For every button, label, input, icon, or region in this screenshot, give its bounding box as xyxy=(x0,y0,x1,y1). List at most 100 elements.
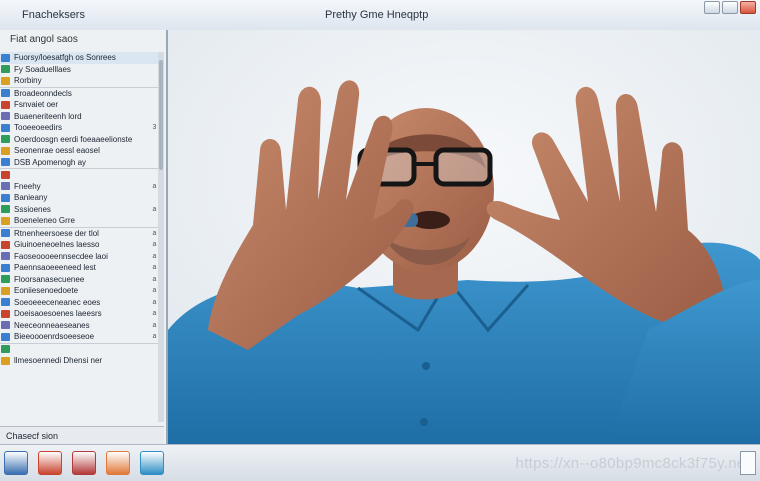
sidebar-item-label: llmesoennedi Dhensi ner xyxy=(14,356,103,366)
minimize-button[interactable] xyxy=(704,1,720,14)
sidebar-item[interactable]: Rorbiny xyxy=(0,75,158,88)
sidebar-item-label: Doeisaoesoenes laeesrs xyxy=(14,309,102,319)
item-icon xyxy=(1,252,10,261)
item-icon xyxy=(1,146,10,155)
sidebar-item[interactable]: Tooeeoeedirs 3 xyxy=(0,122,158,134)
sidebar-item-marker: a xyxy=(152,333,157,341)
sidebar-item-label: Buaeneriteenh lord xyxy=(14,111,82,121)
maximize-button[interactable] xyxy=(722,1,738,14)
window-controls xyxy=(704,1,756,14)
media-icon[interactable] xyxy=(72,451,96,475)
sidebar-item[interactable]: Rtnenheersoese der tlol a xyxy=(0,228,158,240)
sidebar-item-label: Tooeeoeedirs xyxy=(14,123,63,133)
sidebar-item-label: Paennsaoeeeneed lest xyxy=(14,263,96,273)
item-icon xyxy=(1,356,10,365)
item-icon xyxy=(1,112,10,121)
sidebar-item-marker: a xyxy=(152,298,157,306)
title-bar: Fnacheksers Prethy Gme Hneqptp xyxy=(0,0,760,31)
sidebar: Fiat angol saos Fuorsy/loesatfgh os Sonr… xyxy=(0,30,168,444)
sidebar-item[interactable]: Sssioenes a xyxy=(0,204,158,216)
item-icon xyxy=(1,205,10,214)
sidebar-item-label: Fy Soaduelllaes xyxy=(14,64,71,74)
sidebar-item-marker: 3 xyxy=(152,124,157,132)
sidebar-item-marker: a xyxy=(152,310,157,318)
sidebar-header: Fiat angol saos xyxy=(10,34,78,45)
sidebar-item[interactable]: Ooerdoosgn eerdi foeaaeelionste xyxy=(0,134,158,146)
taskbar: https://xn--o80bp9mc8ck3f75y.net xyxy=(0,444,760,481)
photo xyxy=(168,30,760,444)
sidebar-item-label: Eoniiesenoedoete xyxy=(14,286,79,296)
item-icon xyxy=(1,170,10,179)
sidebar-item[interactable]: Fsnvaiet oer xyxy=(0,99,158,111)
sidebar-scrollbar[interactable] xyxy=(158,52,164,422)
sidebar-item-marker: a xyxy=(152,264,157,272)
sidebar-item-label: Soeoeeeceneanec eoes xyxy=(14,297,101,307)
sidebar-item[interactable]: Floorsanasecuenee a xyxy=(0,274,158,286)
window-title: Prethy Gme Hneqptp xyxy=(325,9,429,21)
sidebar-footer[interactable]: Chasecf sion xyxy=(0,426,164,444)
item-icon xyxy=(1,229,10,238)
item-icon xyxy=(1,298,10,307)
sidebar-item[interactable]: Fneehy a xyxy=(0,181,158,193)
item-icon xyxy=(1,182,10,191)
sidebar-item-label: Broadeonndecls xyxy=(14,88,72,98)
watermark-url: https://xn--o80bp9mc8ck3f75y.net xyxy=(515,455,750,472)
sidebar-item[interactable]: Broadeonndecls xyxy=(0,88,158,100)
sidebar-item[interactable]: llmesoennedi Dhensi ner xyxy=(0,355,158,367)
sidebar-item[interactable]: Banieany xyxy=(0,192,158,204)
sidebar-item-label: Fsnvaiet oer xyxy=(14,100,59,110)
item-icon xyxy=(1,263,10,272)
sidebar-item-marker: a xyxy=(152,275,157,283)
sidebar-item[interactable]: Bieeoooenrdsoeeseoe a xyxy=(0,331,158,344)
item-icon xyxy=(1,309,10,318)
sidebar-item-label: Fuorsy/loesatfgh os Sonrees xyxy=(14,53,116,63)
sidebar-item-marker: a xyxy=(152,287,157,295)
sidebar-item[interactable]: Buaeneriteenh lord xyxy=(0,111,158,123)
item-icon xyxy=(1,76,10,85)
sidebar-item-marker: a xyxy=(152,321,157,329)
app-title: Fnacheksers xyxy=(22,9,85,21)
item-icon xyxy=(1,135,10,144)
tray-icon[interactable] xyxy=(740,451,756,475)
sidebar-item[interactable]: DSB Apomenogh ay xyxy=(0,157,158,169)
item-icon xyxy=(1,123,10,132)
sidebar-item-marker: a xyxy=(152,229,157,237)
sidebar-item[interactable]: Boeneleneo Grre xyxy=(0,215,158,228)
download-icon[interactable] xyxy=(106,451,130,475)
sidebar-item[interactable]: Doeisaoesoenes laeesrs a xyxy=(0,308,158,320)
sidebar-item[interactable]: Faoseoooeennsecdee laoi a xyxy=(0,251,158,263)
sidebar-item[interactable] xyxy=(0,169,158,181)
sidebar-item[interactable]: Paennsaoeeeneed lest a xyxy=(0,262,158,274)
browser-icon[interactable] xyxy=(38,451,62,475)
sidebar-item-label: Ooerdoosgn eerdi foeaaeelionste xyxy=(14,134,133,144)
sidebar-item-label: Rorbiny xyxy=(14,76,42,86)
sidebar-item-label: DSB Apomenogh ay xyxy=(14,157,87,167)
sidebar-item[interactable]: Fuorsy/loesatfgh os Sonrees xyxy=(0,52,158,64)
sidebar-item-marker: a xyxy=(152,205,157,213)
sidebar-item[interactable]: Seonenrae oessl eaosel xyxy=(0,145,158,157)
sidebar-item[interactable]: Giuinoeneoelnes laesso a xyxy=(0,239,158,251)
item-icon xyxy=(1,53,10,62)
item-icon xyxy=(1,321,10,330)
item-icon xyxy=(1,275,10,284)
item-icon xyxy=(1,216,10,225)
sidebar-item-label: Giuinoeneoelnes laesso xyxy=(14,240,100,250)
sidebar-item[interactable]: Neeceonneaeseanes a xyxy=(0,320,158,332)
item-icon xyxy=(1,89,10,98)
sidebar-item-label: Neeceonneaeseanes xyxy=(14,320,90,330)
sidebar-item-marker: a xyxy=(152,252,157,260)
sidebar-item-label: Rtnenheersoese der tlol xyxy=(14,228,99,238)
sidebar-item[interactable]: Eoniiesenoedoete a xyxy=(0,285,158,297)
scrollbar-thumb[interactable] xyxy=(159,60,163,170)
sidebar-list: Fuorsy/loesatfgh os Sonrees Fy Soaduellla… xyxy=(0,52,158,367)
start-icon[interactable] xyxy=(4,451,28,475)
item-icon xyxy=(1,286,10,295)
sidebar-item[interactable]: Soeoeeeceneanec eoes a xyxy=(0,297,158,309)
main-view xyxy=(168,30,760,444)
bird-icon[interactable] xyxy=(140,451,164,475)
close-button[interactable] xyxy=(740,1,756,14)
item-icon xyxy=(1,100,10,109)
sidebar-item-label: Boeneleneo Grre xyxy=(14,216,75,226)
sidebar-item[interactable]: Fy Soaduelllaes xyxy=(0,64,158,76)
sidebar-item[interactable] xyxy=(0,344,158,356)
